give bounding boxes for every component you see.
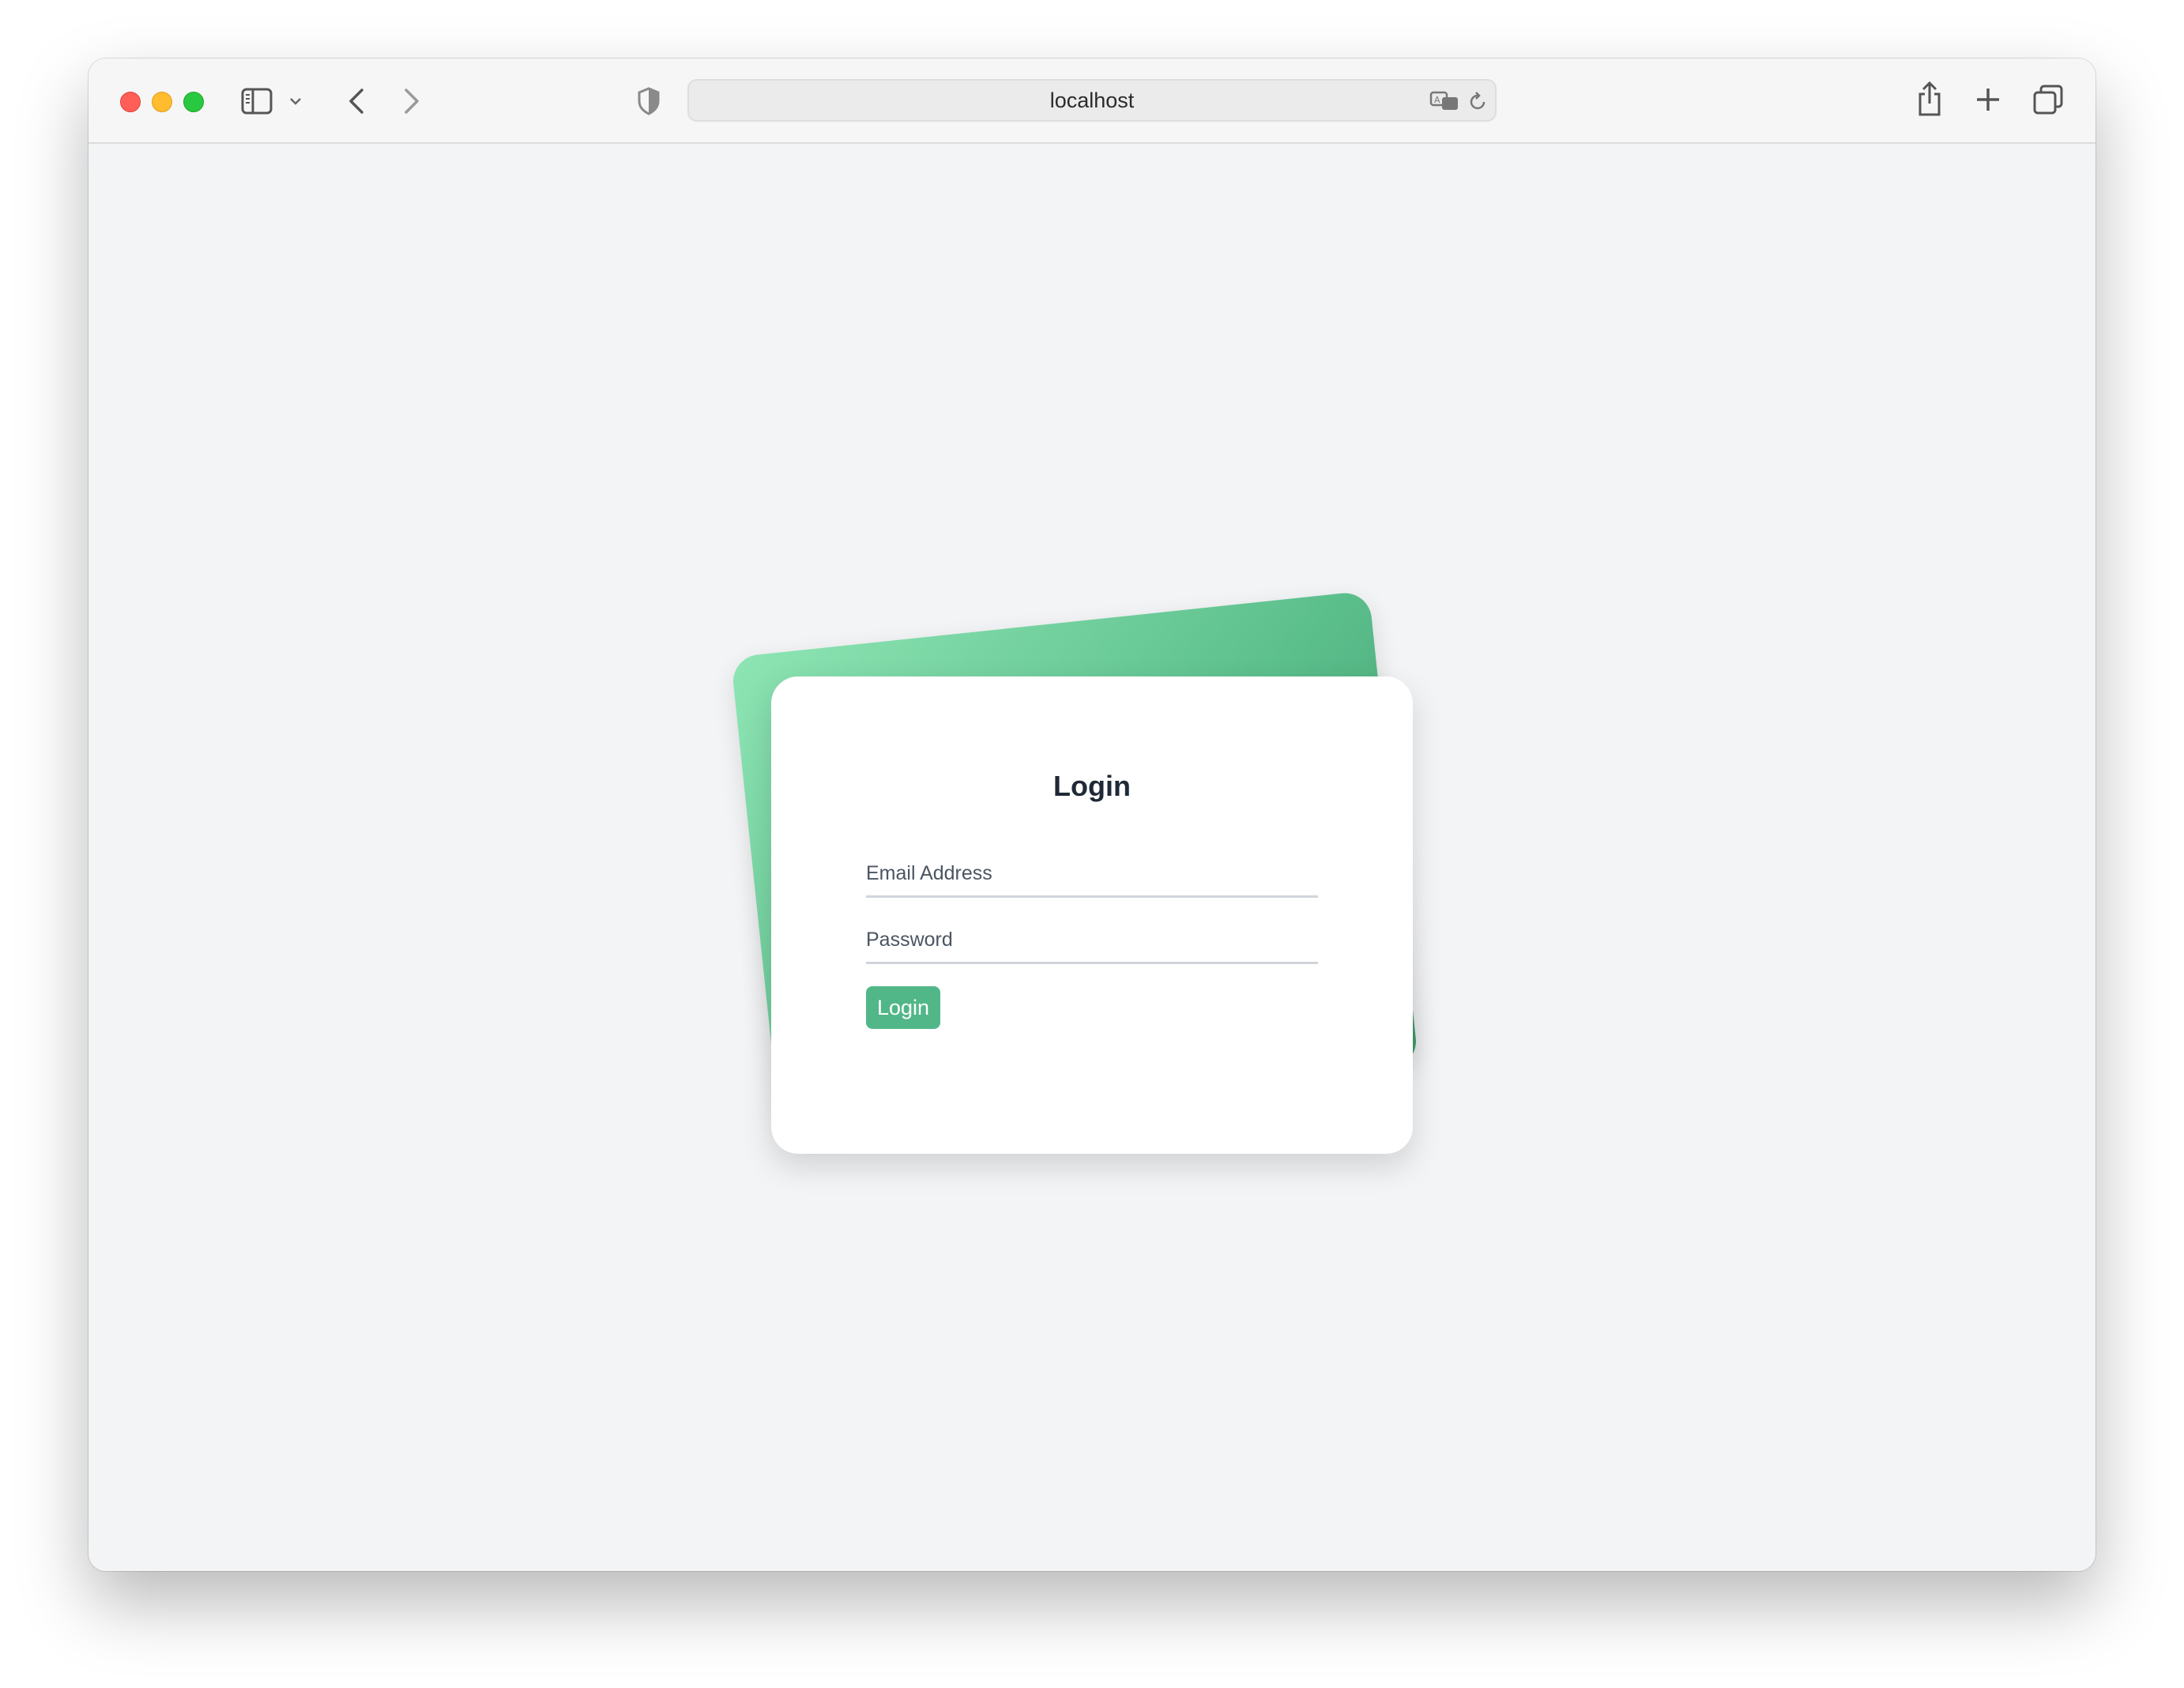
sidebar-icon[interactable]: [240, 85, 273, 117]
password-field[interactable]: [866, 918, 1318, 962]
password-field-wrapper: [866, 918, 1318, 964]
login-title: Login: [1053, 770, 1131, 802]
translate-icon[interactable]: A: [1429, 90, 1460, 112]
shield-icon[interactable]: [635, 85, 662, 117]
page-content: Login Login: [88, 144, 2096, 1571]
browser-toolbar: localhost A: [88, 58, 2096, 144]
login-card: Login Login: [771, 676, 1413, 1154]
chevron-right-icon[interactable]: [400, 85, 424, 117]
svg-text:A: A: [1434, 95, 1440, 105]
tabs-icon[interactable]: [2032, 84, 2064, 115]
reload-icon[interactable]: [1467, 90, 1489, 112]
share-icon[interactable]: [1915, 79, 1944, 119]
email-field-wrapper: [866, 852, 1318, 898]
minimize-window-button[interactable]: [152, 92, 172, 112]
chevron-down-icon[interactable]: [288, 93, 303, 109]
address-bar[interactable]: localhost A: [687, 79, 1497, 122]
address-text: localhost: [1049, 88, 1135, 112]
plus-icon[interactable]: [1974, 85, 2002, 114]
close-window-button[interactable]: [120, 92, 141, 112]
chevron-left-icon[interactable]: [345, 85, 368, 117]
browser-window: localhost A Login Email Address Login: [88, 58, 2096, 1571]
login-button[interactable]: Login: [866, 986, 940, 1029]
zoom-window-button[interactable]: [183, 92, 204, 112]
email-field[interactable]: [866, 852, 1318, 895]
